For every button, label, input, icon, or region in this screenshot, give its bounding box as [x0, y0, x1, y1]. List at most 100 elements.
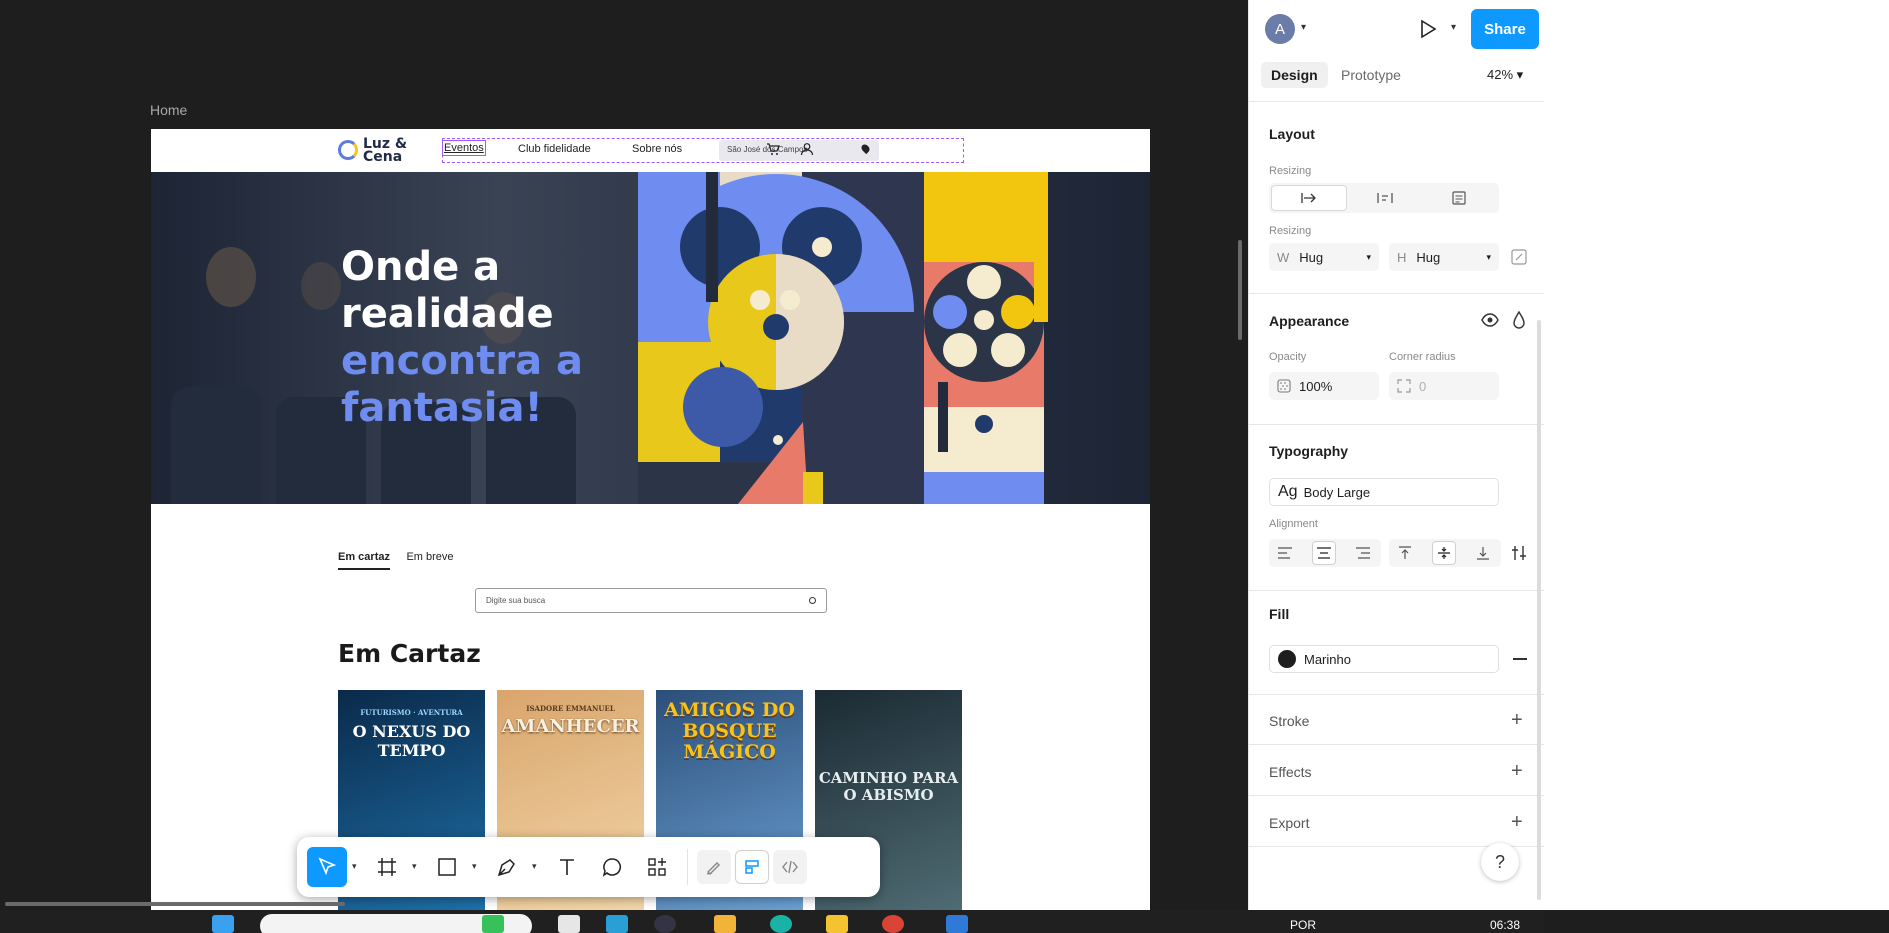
chevron-down-icon[interactable]: ▾ — [1451, 22, 1456, 33]
add-effect-icon[interactable]: + — [1511, 760, 1523, 783]
horizontal-scrollbar[interactable] — [5, 902, 345, 906]
chevron-down-icon[interactable]: ▾ — [412, 861, 422, 871]
stroke-heading: Stroke — [1269, 713, 1310, 729]
clock[interactable]: 06:38 — [1490, 918, 1520, 932]
components-icon — [648, 858, 666, 876]
app-icon[interactable] — [714, 915, 736, 933]
fill-width-option[interactable] — [1421, 185, 1497, 211]
user-icon[interactable] — [800, 142, 814, 156]
opacity-field[interactable]: 100% — [1269, 372, 1379, 400]
home-frame[interactable]: Luz & Cena Eventos Club fidelidade Sobre… — [151, 129, 1150, 910]
app-icon[interactable] — [558, 915, 580, 933]
zoom-level[interactable]: 42% ▾ — [1487, 67, 1523, 83]
add-export-icon[interactable]: + — [1511, 811, 1523, 834]
text-block-icon — [1452, 191, 1466, 205]
fill-style-field[interactable]: Marinho — [1269, 645, 1499, 673]
width-field[interactable]: W Hug ▾ — [1269, 243, 1379, 271]
audience-face — [301, 262, 341, 310]
align-bottom-button[interactable] — [1471, 541, 1495, 565]
theater-seat — [171, 387, 261, 504]
cursor-icon — [318, 857, 337, 876]
avatar[interactable]: A — [1265, 14, 1295, 44]
listing-tabs: Em cartaz Em breve — [338, 547, 466, 570]
constraints-icon[interactable] — [1511, 249, 1527, 265]
drop-icon[interactable] — [1511, 310, 1527, 330]
export-heading: Export — [1269, 815, 1310, 831]
nav-sobre-nos[interactable]: Sobre nós — [632, 143, 682, 155]
frame-label[interactable]: Home — [150, 102, 187, 118]
hero-banner: Onde a realidade encontra a fantasia! — [151, 172, 1150, 504]
typography-heading: Typography — [1269, 443, 1349, 459]
height-value: Hug — [1416, 249, 1441, 265]
chevron-down-icon[interactable]: ▾ — [352, 861, 362, 871]
tab-prototype[interactable]: Prototype — [1341, 67, 1401, 83]
location-selector[interactable]: São José dos Campos — [719, 140, 879, 161]
opacity-icon — [1277, 379, 1291, 393]
comment-tool-button[interactable] — [592, 847, 632, 887]
share-button[interactable]: Share — [1471, 9, 1539, 49]
hug-width-option[interactable] — [1347, 185, 1423, 211]
vertical-scrollbar[interactable] — [1238, 240, 1242, 340]
app-icon[interactable] — [770, 915, 792, 933]
remove-fill-icon[interactable] — [1513, 658, 1527, 660]
text-style-icon: Ag — [1278, 483, 1298, 500]
align-right-button[interactable] — [1351, 541, 1375, 565]
type-settings-icon[interactable] — [1511, 545, 1527, 561]
hero-line: Onde a — [341, 244, 501, 290]
app-icon[interactable] — [654, 915, 676, 933]
align-top-button[interactable] — [1393, 541, 1417, 565]
nav-eventos[interactable]: Eventos — [442, 140, 486, 156]
resizing-label: Resizing — [1269, 165, 1312, 177]
properties-panel: A ▾ ▾ Share Design Prototype 42% ▾ Layou… — [1248, 0, 1545, 910]
divider — [1249, 795, 1545, 796]
align-center-button[interactable] — [1312, 541, 1336, 565]
align-hug-icon — [1377, 193, 1393, 203]
text-style-field[interactable]: Ag Body Large — [1269, 478, 1499, 506]
tab-em-cartaz[interactable]: Em cartaz — [338, 551, 390, 570]
draw-mode-button[interactable] — [697, 850, 731, 884]
fixed-width-option[interactable] — [1271, 185, 1347, 211]
pen-tool-button[interactable] — [487, 847, 527, 887]
text-tool-button[interactable] — [547, 847, 587, 887]
logo-mark-icon — [338, 140, 358, 160]
frame-tool-button[interactable] — [367, 847, 407, 887]
app-icon[interactable] — [882, 915, 904, 933]
code-icon — [782, 860, 798, 874]
panel-scrollbar[interactable] — [1537, 320, 1541, 900]
app-icon[interactable] — [482, 915, 504, 933]
dev-mode-button[interactable] — [773, 850, 807, 884]
move-tool-button[interactable] — [307, 847, 347, 887]
chevron-down-icon[interactable]: ▾ — [1301, 22, 1306, 33]
chevron-down-icon: ▾ — [1366, 251, 1371, 262]
add-stroke-icon[interactable]: + — [1511, 709, 1523, 732]
height-field[interactable]: H Hug ▾ — [1389, 243, 1499, 271]
nav-club-fidelidade[interactable]: Club fidelidade — [518, 143, 591, 155]
tab-em-breve[interactable]: Em breve — [406, 551, 453, 563]
corner-radius-field[interactable]: 0 — [1389, 372, 1499, 400]
chevron-down-icon[interactable]: ▾ — [532, 861, 542, 871]
design-mode-button[interactable] — [735, 850, 769, 884]
align-left-button[interactable] — [1273, 541, 1297, 565]
movie-search-input[interactable]: Digite sua busca — [475, 588, 827, 613]
shape-tool-button[interactable] — [427, 847, 467, 887]
align-middle-button[interactable] — [1432, 541, 1456, 565]
chevron-down-icon[interactable]: ▾ — [472, 861, 482, 871]
actions-tool-button[interactable] — [637, 847, 677, 887]
app-icon[interactable] — [606, 915, 628, 933]
tab-design[interactable]: Design — [1261, 62, 1328, 88]
text-icon — [560, 859, 574, 875]
app-icon[interactable] — [946, 915, 968, 933]
appearance-heading: Appearance — [1269, 313, 1350, 329]
play-icon[interactable] — [1417, 18, 1439, 40]
divider — [1249, 590, 1545, 591]
windows-start-icon[interactable] — [212, 915, 234, 933]
site-logo[interactable]: Luz & Cena — [338, 137, 418, 164]
cart-icon[interactable] — [766, 142, 780, 156]
keyboard-language[interactable]: POR — [1290, 918, 1316, 932]
eye-icon[interactable] — [1480, 310, 1500, 330]
design-mode-icon — [745, 860, 759, 874]
design-canvas[interactable]: Home Luz & Cena Eventos Club fidelidade … — [0, 0, 1248, 910]
effects-heading: Effects — [1269, 764, 1312, 780]
folder-icon[interactable] — [826, 915, 848, 933]
help-button[interactable]: ? — [1481, 843, 1519, 881]
